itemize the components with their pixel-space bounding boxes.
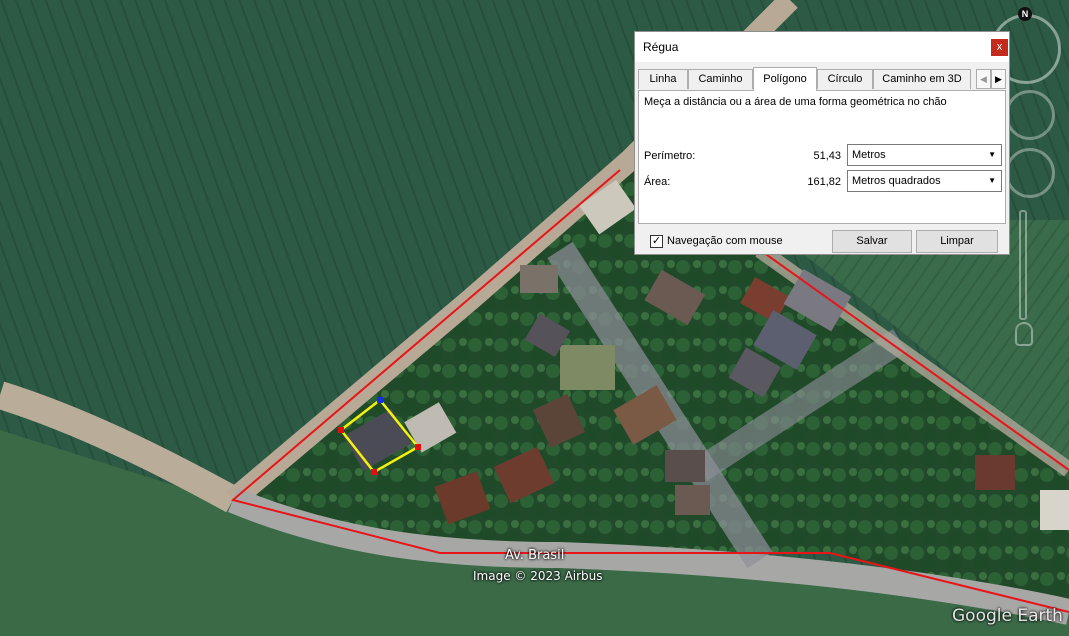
close-button[interactable]: x bbox=[991, 39, 1008, 56]
clear-button[interactable]: Limpar bbox=[916, 230, 998, 253]
mouse-navigation-checkbox[interactable]: ✓ bbox=[650, 235, 663, 248]
save-button[interactable]: Salvar bbox=[832, 230, 912, 253]
perimeter-label: Perímetro: bbox=[644, 150, 696, 162]
tab-poligono[interactable]: Polígono bbox=[753, 67, 817, 91]
tab-caminho-3d[interactable]: Caminho em 3D bbox=[873, 69, 971, 89]
street-label: Av. Brasil bbox=[505, 548, 565, 563]
area-value: 161,82 bbox=[807, 176, 841, 188]
street-view-pegman-icon[interactable] bbox=[1015, 322, 1033, 346]
polygon-tab-panel: Meça a distância ou a área de uma forma … bbox=[638, 90, 1006, 224]
tab-linha[interactable]: Linha bbox=[638, 69, 688, 89]
look-joystick-icon[interactable] bbox=[1005, 90, 1055, 140]
imagery-credit: Image © 2023 Airbus bbox=[473, 569, 603, 583]
google-earth-logo: Google Earth bbox=[952, 606, 1063, 626]
area-unit-value: Metros quadrados bbox=[852, 175, 941, 187]
zoom-slider[interactable] bbox=[1019, 210, 1027, 320]
tab-scroll-right-icon[interactable]: ▶ bbox=[991, 69, 1006, 89]
chevron-down-icon: ▼ bbox=[988, 150, 996, 159]
move-joystick-icon[interactable] bbox=[1005, 148, 1055, 198]
tab-scroll-left-icon[interactable]: ◀ bbox=[976, 69, 991, 89]
chevron-down-icon: ▼ bbox=[988, 176, 996, 185]
tab-caminho[interactable]: Caminho bbox=[688, 69, 753, 89]
dialog-titlebar[interactable]: Régua x bbox=[635, 32, 1009, 62]
area-label: Área: bbox=[644, 176, 671, 188]
tab-circulo[interactable]: Círculo bbox=[817, 69, 873, 89]
dialog-title: Régua bbox=[643, 40, 679, 54]
perimeter-value: 51,43 bbox=[813, 150, 841, 162]
measure-description: Meça a distância ou a área de uma forma … bbox=[644, 96, 947, 108]
mouse-navigation-label[interactable]: Navegação com mouse bbox=[667, 235, 783, 247]
area-unit-select[interactable]: Metros quadrados ▼ bbox=[847, 170, 1002, 192]
polygon-vertex-handle[interactable] bbox=[371, 469, 377, 475]
perimeter-unit-select[interactable]: Metros ▼ bbox=[847, 144, 1002, 166]
polygon-vertex-handle[interactable] bbox=[338, 427, 344, 433]
ruler-dialog: Régua x Linha Caminho Polígono Círculo C… bbox=[634, 31, 1010, 255]
perimeter-unit-value: Metros bbox=[852, 149, 886, 161]
polygon-vertex-handle[interactable] bbox=[377, 397, 383, 403]
polygon-vertex-handle[interactable] bbox=[415, 444, 421, 450]
north-button[interactable]: N bbox=[1018, 7, 1032, 21]
tab-strip: Linha Caminho Polígono Círculo Caminho e… bbox=[638, 67, 1009, 91]
